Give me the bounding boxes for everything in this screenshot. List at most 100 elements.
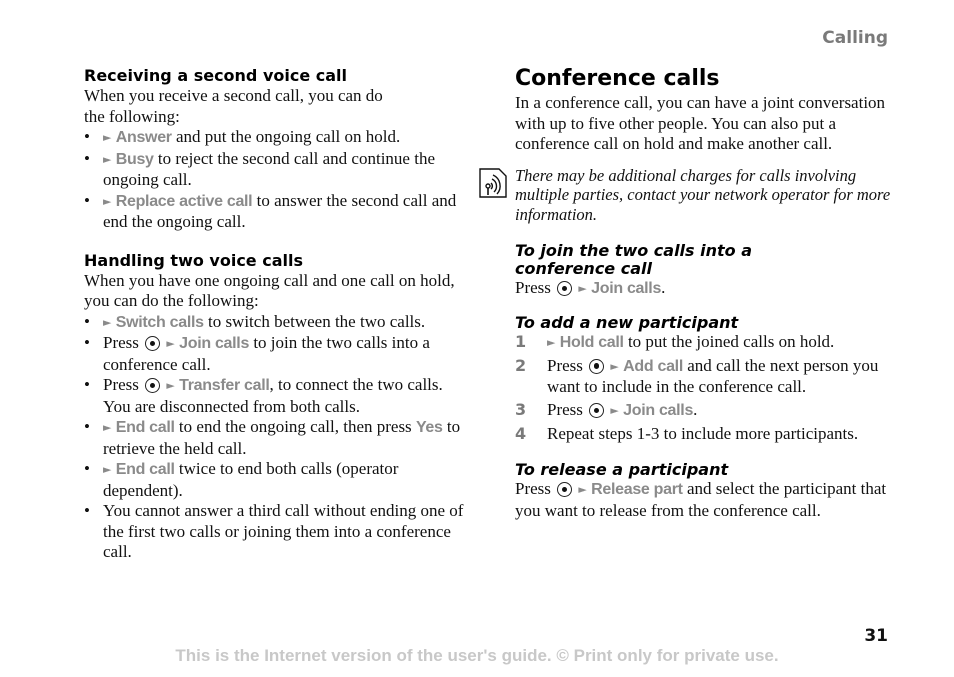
select-key-icon xyxy=(145,336,161,351)
step-text: Repeat steps 1-3 to include more partici… xyxy=(547,424,859,443)
list-item: • Press ► Join calls to join the two call… xyxy=(84,333,464,375)
menu-join-calls: Join calls xyxy=(623,402,694,419)
list-item: • ► Replace active call to answer the sec… xyxy=(84,191,464,233)
receiving-list: • ► Answer and put the ongoing call on ho… xyxy=(84,127,464,233)
bullet-icon: • xyxy=(84,501,90,520)
bullet-icon: • xyxy=(84,375,90,394)
step-prefix: Press xyxy=(547,400,588,419)
bullet-icon: • xyxy=(84,311,90,331)
arrow-icon: ► xyxy=(103,463,112,476)
arrow-icon: ► xyxy=(103,152,112,166)
join-heading: To join the two calls into a conference c… xyxy=(515,242,895,278)
receiving-intro-line1: When you receive a second call, you can … xyxy=(84,86,383,105)
item-text: You cannot answer a third call without e… xyxy=(103,501,464,561)
menu-end-call: End call xyxy=(115,461,175,478)
item-suffix: . xyxy=(661,278,666,297)
conference-intro: In a conference call, you can have a joi… xyxy=(515,93,886,153)
menu-join-calls: Join calls xyxy=(591,280,662,297)
join-heading-line2: conference call xyxy=(515,259,652,278)
menu-answer: Answer xyxy=(115,129,172,146)
step-number: 2 xyxy=(515,355,527,375)
join-instruction: Press ► Join calls. xyxy=(515,278,895,300)
bullet-icon: • xyxy=(84,417,90,436)
menu-end-call: End call xyxy=(115,419,175,436)
step-number: 4 xyxy=(515,424,527,443)
bullet-icon: • xyxy=(84,148,90,168)
list-item: • You cannot answer a third call without … xyxy=(84,501,464,563)
arrow-icon: ► xyxy=(547,335,556,349)
release-heading: To release a participant xyxy=(515,460,729,479)
item-text: to switch between the two calls. xyxy=(203,311,426,331)
handling-intro: When you have one ongoing call and one c… xyxy=(84,270,455,311)
add-steps: 1 ► Hold call to put the joined calls on … xyxy=(515,332,895,445)
list-item: • ► Answer and put the ongoing call on ho… xyxy=(84,127,464,149)
step-item: 2 Press ► Add call and call the next pers… xyxy=(515,356,895,398)
menu-hold-call: Hold call xyxy=(559,333,624,351)
receiving-heading: Receiving a second voice call xyxy=(84,66,348,85)
list-item: • ► Switch calls to switch between the tw… xyxy=(84,312,464,334)
section-title: Calling xyxy=(822,28,888,48)
item-text: to reject the second call and continue t… xyxy=(103,148,435,190)
step-number: 3 xyxy=(515,400,527,419)
select-key-icon xyxy=(557,482,573,497)
footer-notice-text: This is the Internet version of the user… xyxy=(175,646,779,665)
arrow-icon: ► xyxy=(103,131,112,144)
arrow-icon: ► xyxy=(578,282,587,295)
receiving-intro: When you receive a second call, you can … xyxy=(84,86,464,127)
step-item: 3 Press ► Join calls. xyxy=(515,400,895,422)
step-item: 4 Repeat steps 1-3 to include more partic… xyxy=(515,424,895,445)
right-column: Conference calls In a conference call, y… xyxy=(479,66,895,521)
arrow-icon: ► xyxy=(103,315,112,329)
select-key-icon xyxy=(557,281,573,296)
footer-notice: This is the Internet version of the user… xyxy=(0,646,954,666)
item-prefix: Press xyxy=(515,479,556,498)
arrow-icon: ► xyxy=(578,483,587,496)
menu-add-call: Add call xyxy=(623,357,683,375)
add-heading: To add a new participant xyxy=(515,312,739,332)
item-prefix: Press xyxy=(103,375,144,394)
arrow-icon: ► xyxy=(166,379,175,392)
bullet-icon: • xyxy=(84,333,90,352)
menu-replace-active-call: Replace active call xyxy=(115,192,253,210)
list-item: • ► End call twice to end both calls (ope… xyxy=(84,459,464,501)
select-key-icon xyxy=(145,378,161,393)
page-number: 31 xyxy=(864,626,888,646)
item-text: to end the ongoing call, then press xyxy=(174,417,416,436)
arrow-icon: ► xyxy=(610,359,619,373)
step-text: . xyxy=(693,400,698,419)
menu-transfer-call: Transfer call xyxy=(179,377,270,394)
item-prefix: Press xyxy=(103,333,144,352)
select-key-icon xyxy=(589,403,605,418)
arrow-icon: ► xyxy=(610,404,619,417)
handling-heading: Handling two voice calls xyxy=(84,250,303,270)
network-service-icon xyxy=(479,167,507,198)
menu-release-part: Release part xyxy=(591,481,683,498)
arrow-icon: ► xyxy=(166,337,175,350)
receiving-intro-line2: the following: xyxy=(84,106,180,126)
select-key-icon xyxy=(589,358,605,374)
step-item: 1 ► Hold call to put the joined calls on … xyxy=(515,332,895,354)
item-text: and put the ongoing call on hold. xyxy=(171,127,401,146)
bullet-icon: • xyxy=(84,459,90,478)
menu-busy: Busy xyxy=(115,150,154,168)
bullet-icon: • xyxy=(84,127,90,146)
bullet-icon: • xyxy=(84,190,90,210)
note-text: There may be additional charges for call… xyxy=(515,165,891,224)
join-heading-line1: To join the two calls into a xyxy=(515,241,753,260)
page-title: Conference calls xyxy=(515,66,720,91)
step-number: 1 xyxy=(515,331,527,351)
left-column: Receiving a second voice call When you r… xyxy=(84,66,464,563)
menu-switch-calls: Switch calls xyxy=(115,313,204,331)
step-prefix: Press xyxy=(547,355,588,375)
list-item: • ► Busy to reject the second call and co… xyxy=(84,149,464,191)
list-item: • Press ► Transfer call, to connect the t… xyxy=(84,375,464,417)
menu-join-calls: Join calls xyxy=(179,335,250,352)
item-prefix: Press xyxy=(515,278,556,297)
arrow-icon: ► xyxy=(103,194,112,208)
list-item: • ► End call to end the ongoing call, the… xyxy=(84,417,464,459)
arrow-icon: ► xyxy=(103,421,112,434)
step-text: to put the joined calls on hold. xyxy=(623,331,835,351)
release-instruction: Press ► Release part and select the part… xyxy=(515,479,895,521)
menu-yes: Yes xyxy=(415,419,443,436)
handling-list: • ► Switch calls to switch between the tw… xyxy=(84,312,464,563)
